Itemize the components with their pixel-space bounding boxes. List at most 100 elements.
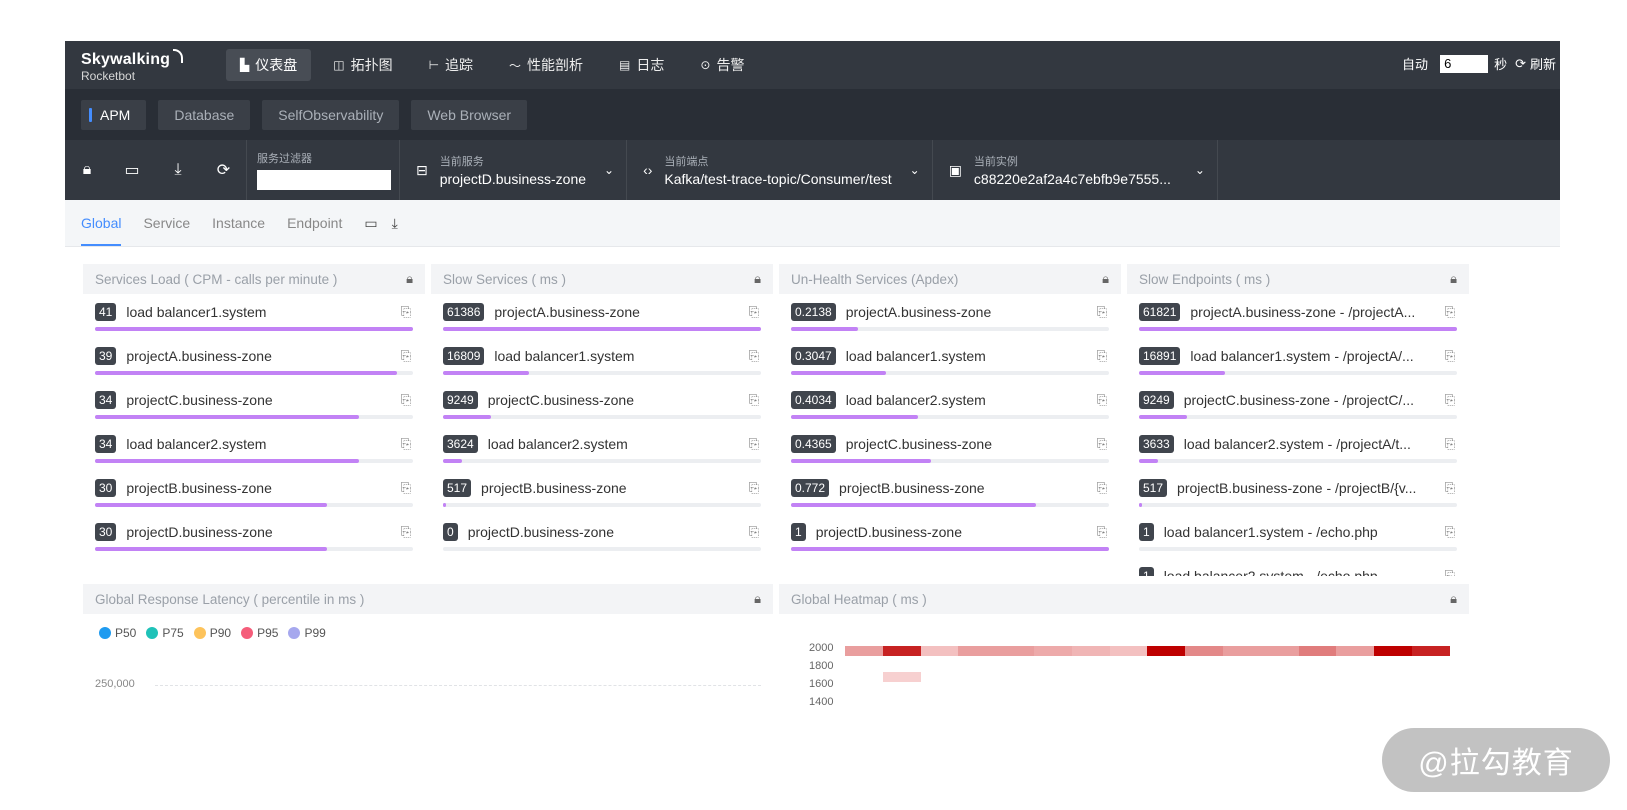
- nav-topology[interactable]: ◫ 拓扑图: [319, 49, 406, 81]
- reload-icon[interactable]: ⟳: [201, 140, 247, 200]
- tab-service[interactable]: Service: [143, 200, 190, 246]
- heatmap-cell[interactable]: [996, 646, 1035, 656]
- copy-icon[interactable]: ⎘: [747, 348, 761, 364]
- download-icon[interactable]: ⤓: [392, 215, 398, 232]
- list-item[interactable]: 3624 load balancer2.system ⎘: [443, 426, 761, 470]
- copy-icon[interactable]: ⎘: [399, 304, 413, 320]
- list-item[interactable]: 16809 load balancer1.system ⎘: [443, 338, 761, 382]
- group-tab-selfobservability[interactable]: SelfObservability: [262, 99, 400, 130]
- heatmap-cell[interactable]: [882, 672, 922, 682]
- lock-icon[interactable]: 🔒︎: [65, 140, 109, 200]
- copy-icon[interactable]: ⎘: [747, 392, 761, 408]
- tab-instance[interactable]: Instance: [212, 200, 265, 246]
- heatmap-cell[interactable]: [1223, 646, 1262, 656]
- lock-icon[interactable]: 🔒︎: [754, 591, 761, 607]
- list-item[interactable]: 30 projectD.business-zone ⎘: [95, 514, 413, 558]
- lock-icon[interactable]: 🔒︎: [406, 271, 413, 287]
- heatmap-cell[interactable]: [1109, 646, 1148, 656]
- copy-icon[interactable]: ⎘: [1443, 392, 1457, 408]
- legend-item[interactable]: P90: [193, 626, 231, 640]
- group-tab-web-browser[interactable]: Web Browser: [411, 99, 528, 130]
- copy-icon[interactable]: ⎘: [1443, 348, 1457, 364]
- lock-icon[interactable]: 🔒︎: [1102, 271, 1109, 287]
- list-item[interactable]: 39 projectA.business-zone ⎘: [95, 338, 413, 382]
- refresh-interval-input[interactable]: [1440, 54, 1489, 73]
- list-item[interactable]: 0.4034 load balancer2.system ⎘: [791, 382, 1109, 426]
- list-item[interactable]: 0 projectD.business-zone ⎘: [443, 514, 761, 558]
- folder-icon[interactable]: ▭: [109, 140, 155, 200]
- list-item[interactable]: 1 load balancer1.system - /echo.php ⎘: [1139, 514, 1457, 558]
- heatmap-cell[interactable]: [1071, 646, 1111, 656]
- copy-icon[interactable]: ⎘: [399, 392, 413, 408]
- nav-log[interactable]: ▤ 日志: [605, 49, 678, 81]
- heatmap-cell[interactable]: [1374, 646, 1413, 656]
- current-service-selector[interactable]: ⊟ 当前服务 projectD.business-zone ⌄: [400, 140, 628, 200]
- heatmap-cell[interactable]: [920, 646, 959, 656]
- heatmap-cell[interactable]: [1260, 646, 1300, 656]
- tab-endpoint[interactable]: Endpoint: [287, 200, 342, 246]
- list-item[interactable]: 0.2138 projectA.business-zone ⎘: [791, 294, 1109, 338]
- current-endpoint-selector[interactable]: ‹› 当前端点 Kafka/test-trace-topic/Consumer/…: [627, 140, 933, 200]
- list-item[interactable]: 30 projectB.business-zone ⎘: [95, 470, 413, 514]
- copy-icon[interactable]: ⎘: [1095, 436, 1109, 452]
- heatmap-cell[interactable]: [958, 646, 997, 656]
- group-tab-apm[interactable]: APM: [81, 99, 147, 130]
- copy-icon[interactable]: ⎘: [747, 304, 761, 320]
- copy-icon[interactable]: ⎘: [747, 480, 761, 496]
- list-item[interactable]: 517 projectB.business-zone ⎘: [443, 470, 761, 514]
- list-item[interactable]: 0.772 projectB.business-zone ⎘: [791, 470, 1109, 514]
- nav-profile[interactable]: 〜性能剖析: [495, 49, 597, 81]
- list-item[interactable]: 34 projectC.business-zone ⎘: [95, 382, 413, 426]
- nav-trace[interactable]: ⊢ 追踪: [415, 49, 487, 81]
- legend-item[interactable]: P75: [146, 626, 184, 640]
- heatmap-cell[interactable]: [1034, 646, 1073, 656]
- list-item[interactable]: 0.3047 load balancer1.system ⎘: [791, 338, 1109, 382]
- heatmap-cell[interactable]: [882, 646, 922, 656]
- copy-icon[interactable]: ⎘: [1443, 436, 1457, 452]
- list-item[interactable]: 0.4365 projectC.business-zone ⎘: [791, 426, 1109, 470]
- copy-icon[interactable]: ⎘: [1443, 304, 1457, 320]
- copy-icon[interactable]: ⎘: [747, 436, 761, 452]
- list-item[interactable]: 1 load balancer2.system - /echo.php ⎘: [1139, 558, 1457, 576]
- nav-dashboard[interactable]: ▙ 仪表盘: [226, 49, 312, 81]
- list-item[interactable]: 34 load balancer2.system ⎘: [95, 426, 413, 470]
- nav-alarm[interactable]: ⊙ 告警: [686, 49, 758, 81]
- download-icon[interactable]: ⤓: [155, 140, 201, 200]
- list-item[interactable]: 41 load balancer1.system ⎘: [95, 294, 413, 338]
- copy-icon[interactable]: ⎘: [1095, 304, 1109, 320]
- service-filter-input[interactable]: [257, 170, 391, 190]
- heatmap-cell[interactable]: [1298, 646, 1337, 656]
- heatmap-cell[interactable]: [1412, 646, 1451, 656]
- copy-icon[interactable]: ⎘: [1095, 392, 1109, 408]
- list-item[interactable]: 16891 load balancer1.system - /projectA/.…: [1139, 338, 1457, 382]
- legend-item[interactable]: P95: [241, 626, 278, 640]
- copy-icon[interactable]: ⎘: [1095, 524, 1109, 540]
- copy-icon[interactable]: ⎘: [399, 480, 413, 496]
- copy-icon[interactable]: ⎘: [747, 524, 761, 540]
- legend-item[interactable]: P50: [99, 626, 136, 640]
- copy-icon[interactable]: ⎘: [399, 348, 413, 364]
- copy-icon[interactable]: ⎘: [1095, 480, 1109, 496]
- group-tab-database[interactable]: Database: [158, 99, 251, 130]
- heatmap-cell[interactable]: [845, 646, 884, 656]
- refresh-button[interactable]: ⟳ 刷新: [1515, 54, 1556, 73]
- legend-item[interactable]: P99: [288, 626, 326, 640]
- copy-icon[interactable]: ⎘: [1443, 568, 1457, 576]
- copy-icon[interactable]: ⎘: [1095, 348, 1109, 364]
- list-item[interactable]: 61386 projectA.business-zone ⎘: [443, 294, 761, 338]
- list-item[interactable]: 3633 load balancer2.system - /projectA/t.…: [1139, 426, 1457, 470]
- lock-icon[interactable]: 🔒︎: [1450, 591, 1457, 607]
- heatmap-cell[interactable]: [1185, 646, 1224, 656]
- copy-icon[interactable]: ⎘: [399, 436, 413, 452]
- copy-icon[interactable]: ⎘: [1443, 524, 1457, 540]
- current-instance-selector[interactable]: ▣ 当前实例 c88220e2af2a4c7ebfb9e7555... ⌄: [933, 140, 1218, 200]
- copy-icon[interactable]: ⎘: [1443, 480, 1457, 496]
- list-item[interactable]: 1 projectD.business-zone ⎘: [791, 514, 1109, 558]
- copy-icon[interactable]: ⎘: [399, 524, 413, 540]
- folder-icon[interactable]: ▭: [364, 215, 377, 232]
- lock-icon[interactable]: 🔒︎: [1450, 271, 1457, 287]
- list-item[interactable]: 61821 projectA.business-zone - /projectA.…: [1139, 294, 1457, 338]
- lock-icon[interactable]: 🔒︎: [754, 271, 761, 287]
- heatmap-cell[interactable]: [1147, 646, 1186, 656]
- tab-global[interactable]: Global: [81, 200, 122, 246]
